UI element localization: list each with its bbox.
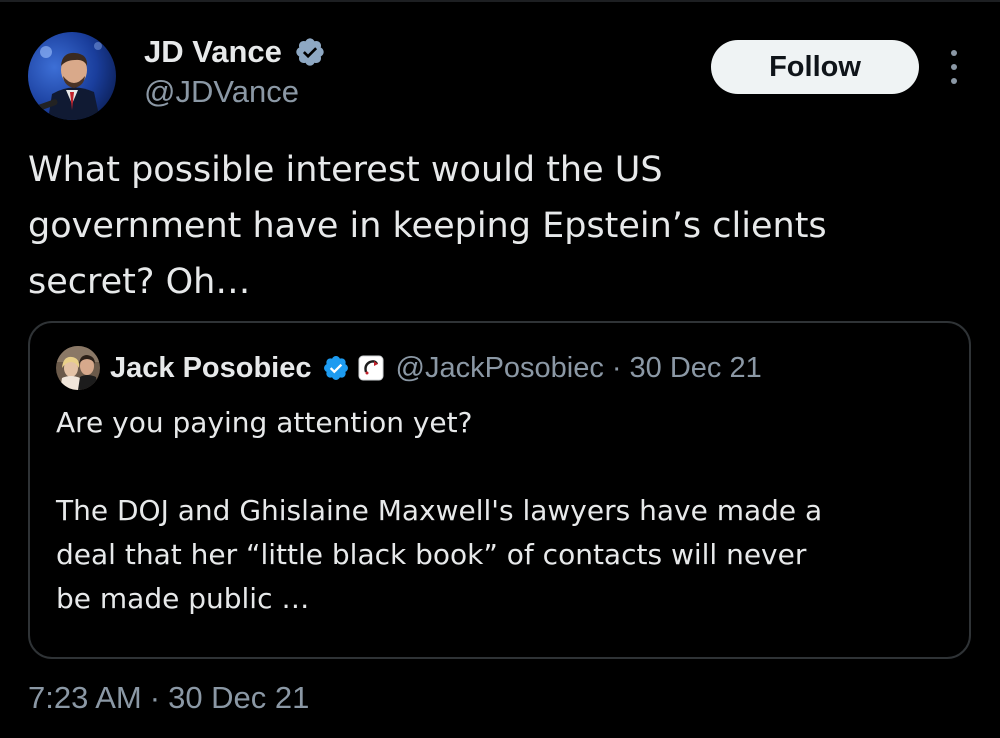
author-name[interactable]: JD Vance	[144, 34, 282, 70]
quoted-verified-badge-icon	[323, 356, 348, 380]
quoted-author-handle[interactable]: @JackPosobiec	[396, 352, 604, 385]
quoted-tweet-text: Are you paying attention yet? The DOJ an…	[56, 406, 823, 615]
avatar-image	[28, 32, 116, 120]
top-divider	[0, 0, 1000, 2]
verified-badge-icon	[296, 38, 324, 66]
quoted-tweet-date[interactable]: 30 Dec 21	[630, 352, 762, 385]
quoted-avatar-image	[56, 346, 100, 390]
quoted-separator: ·	[611, 351, 622, 384]
author-name-row[interactable]: JD Vance	[144, 30, 326, 74]
tweet-date: 30 Dec 21	[168, 680, 310, 715]
more-vertical-icon[interactable]	[944, 50, 964, 84]
dot	[951, 78, 957, 84]
dot	[951, 50, 957, 56]
tweet-text: What possible interest would the US gove…	[28, 150, 827, 302]
tweet-timestamp[interactable]: 7:23 AM · 30 Dec 21	[28, 680, 309, 716]
quoted-author-avatar[interactable]	[56, 346, 100, 390]
quoted-tweet-card[interactable]: Jack Posobiec @JackPosobiec · 30 Dec 21 …	[28, 321, 971, 659]
dot	[951, 64, 957, 70]
affiliate-badge-icon[interactable]	[358, 355, 384, 381]
tweet-time: 7:23 AM	[28, 680, 142, 715]
quoted-author-name[interactable]: Jack Posobiec	[110, 352, 312, 385]
author-avatar[interactable]	[28, 32, 116, 120]
author-handle[interactable]: @JDVance	[144, 74, 299, 110]
quoted-tweet-header: Jack Posobiec @JackPosobiec · 30 Dec 21	[56, 345, 762, 391]
follow-button[interactable]: Follow	[711, 40, 919, 94]
timestamp-separator: ·	[149, 680, 161, 715]
